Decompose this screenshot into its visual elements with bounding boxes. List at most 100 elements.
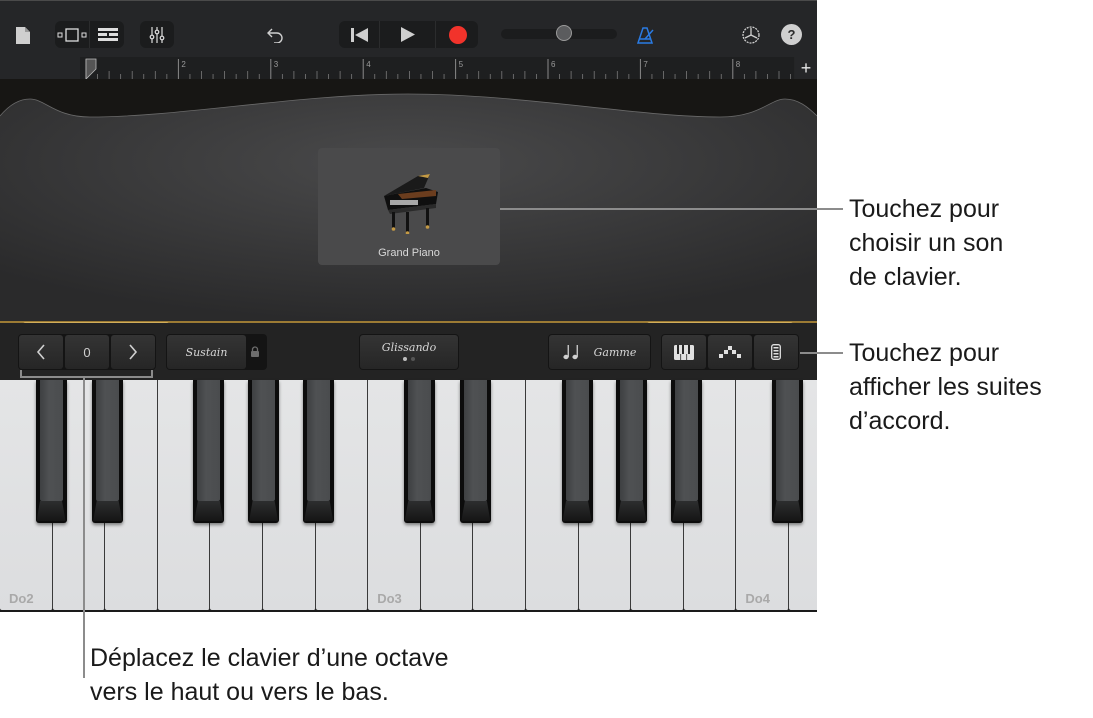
page-dots: [403, 357, 415, 361]
lock-icon: [251, 346, 259, 357]
glissando-button[interactable]: Glissando: [360, 335, 458, 369]
plus-icon: +: [800, 57, 812, 78]
black-key-tip: [461, 501, 491, 521]
black-key[interactable]: [303, 380, 335, 523]
octave-label: Do4: [745, 591, 770, 606]
go-to-start-button[interactable]: [339, 21, 379, 48]
chords-callout-line: [800, 352, 843, 354]
sustain-label: Sustain: [185, 345, 228, 359]
ruler-ticks: 12345678: [85, 58, 791, 80]
my-songs-button[interactable]: [12, 23, 34, 47]
keyboard-mode-control: [661, 334, 799, 370]
piano-keyboard[interactable]: Do2 Do3 Do4: [0, 380, 817, 612]
octave-down-button[interactable]: [19, 335, 63, 369]
piano-keys-icon: [674, 344, 694, 360]
grand-piano-icon: [384, 174, 438, 234]
black-key-face: [197, 380, 221, 501]
chevron-left-icon: [36, 344, 45, 360]
arpeggiator-button[interactable]: [708, 335, 752, 369]
black-key[interactable]: [616, 380, 648, 523]
instrument-name: Grand Piano: [378, 247, 440, 259]
tracks-view-button[interactable]: [55, 21, 89, 48]
black-key-tip: [672, 501, 702, 521]
keys-mode-button[interactable]: [662, 335, 706, 369]
black-key-face: [407, 380, 431, 501]
octave-up-button[interactable]: [111, 335, 155, 369]
browser-button[interactable]: [89, 21, 125, 48]
octave-callout-line: [83, 378, 85, 678]
document-icon: [16, 26, 30, 44]
control-bar: ?: [0, 0, 817, 57]
chord-strips-button[interactable]: [754, 335, 798, 369]
sound-callout-text: Touchez pour choisir un son de clavier.: [849, 195, 1004, 291]
octave-label: Do2: [9, 591, 34, 606]
black-key[interactable]: [561, 380, 593, 523]
octave-callout-bracket: [20, 370, 153, 378]
help-icon: ?: [787, 27, 796, 42]
bar-number: 2: [181, 60, 186, 69]
black-key-tip: [772, 501, 802, 521]
play-button[interactable]: [379, 21, 436, 48]
chevron-right-icon: [129, 344, 138, 360]
bar-number: 8: [736, 60, 741, 69]
ruler-spacer: [0, 57, 80, 79]
scale-control: Gamme: [548, 334, 651, 370]
black-key-face: [620, 380, 644, 501]
black-key-face: [464, 380, 488, 501]
page-dot-active: [403, 357, 407, 361]
volume-knob[interactable]: [556, 25, 572, 41]
sustain-button[interactable]: Sustain: [167, 335, 246, 369]
page-dot: [411, 357, 415, 361]
settings-button[interactable]: [739, 23, 763, 47]
garageband-keyboard-screen: ? 12345678 +: [0, 0, 817, 612]
black-key[interactable]: [403, 380, 435, 523]
transport-group: [339, 21, 478, 48]
black-key[interactable]: [248, 380, 280, 523]
bar-number: 3: [274, 60, 279, 69]
metronome-button[interactable]: [634, 23, 658, 47]
chords-callout-text: Touchez pour afficher les suites d’accor…: [849, 339, 1042, 435]
play-icon: [401, 27, 415, 42]
arpeggiator-icon: [719, 346, 741, 358]
timeline-ruler[interactable]: 12345678: [80, 57, 794, 80]
black-key[interactable]: [193, 380, 225, 523]
undo-button[interactable]: [263, 23, 287, 47]
black-key[interactable]: [35, 380, 67, 523]
add-section-button[interactable]: +: [795, 57, 817, 79]
glissando-label: Glissando: [381, 341, 437, 354]
black-key-tip: [194, 501, 224, 521]
black-key-tip: [562, 501, 592, 521]
help-button[interactable]: ?: [781, 24, 802, 45]
settings-icon: [742, 26, 760, 44]
octave-value: 0: [65, 335, 109, 369]
notes-icon: [563, 345, 578, 360]
chord-strip-icon: [771, 344, 781, 360]
black-key-tip: [93, 501, 123, 521]
metronome-icon: [637, 26, 654, 44]
octave-control: 0: [18, 334, 156, 370]
octave-label: Do3: [377, 591, 402, 606]
master-volume-slider[interactable]: [501, 25, 617, 41]
black-key-face: [565, 380, 589, 501]
black-key[interactable]: [92, 380, 124, 523]
black-key-tip: [249, 501, 279, 521]
octave-callout-text: Déplacez le clavier d’une octave vers le…: [90, 644, 449, 706]
sound-callout-line: [500, 208, 843, 210]
black-key-tip: [36, 501, 66, 521]
black-key[interactable]: [671, 380, 703, 523]
sustain-lock-button[interactable]: [250, 345, 260, 363]
playhead[interactable]: [85, 58, 97, 80]
track-list-icon: [97, 27, 118, 41]
bar-number: 7: [643, 60, 648, 69]
bar-number: 6: [551, 60, 556, 69]
scale-button[interactable]: Gamme: [549, 335, 650, 369]
black-key-face: [96, 380, 120, 501]
mixer-button[interactable]: [140, 21, 174, 48]
black-key[interactable]: [771, 380, 803, 523]
instrument-selector[interactable]: Grand Piano: [318, 148, 500, 265]
black-key[interactable]: [460, 380, 492, 523]
black-key-face: [775, 380, 799, 501]
record-button[interactable]: [435, 21, 479, 48]
glissando-control: Glissando: [359, 334, 459, 370]
tracks-view-icon: [57, 27, 87, 42]
